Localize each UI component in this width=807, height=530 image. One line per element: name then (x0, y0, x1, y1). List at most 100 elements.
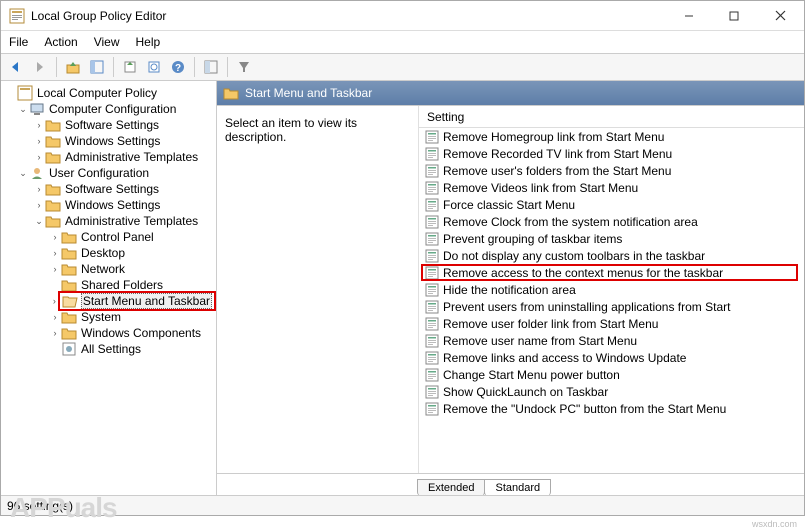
chevron-right-icon[interactable]: › (33, 136, 45, 146)
tab-extended[interactable]: Extended (417, 479, 485, 495)
chevron-right-icon[interactable]: › (49, 328, 61, 338)
chevron-right-icon[interactable]: › (33, 184, 45, 194)
setting-item[interactable]: Prevent grouping of taskbar items (419, 230, 804, 247)
tree-label: System (80, 310, 122, 324)
setting-item[interactable]: Remove access to the context menus for t… (419, 264, 804, 281)
tree-desktop[interactable]: › Desktop (5, 245, 216, 261)
menu-help[interactable]: Help (136, 35, 161, 49)
setting-item[interactable]: Remove Clock from the system notificatio… (419, 213, 804, 230)
toolbar: ? (1, 53, 804, 81)
tree-cc-admin[interactable]: › Administrative Templates (5, 149, 216, 165)
setting-item[interactable]: Force classic Start Menu (419, 196, 804, 213)
chevron-right-icon[interactable]: › (49, 312, 61, 322)
folder-open-icon (62, 293, 78, 309)
app-icon (9, 8, 25, 24)
menu-file[interactable]: File (9, 35, 28, 49)
setting-item[interactable]: Remove links and access to Windows Updat… (419, 349, 804, 366)
setting-item[interactable]: Do not display any custom toolbars in th… (419, 247, 804, 264)
chevron-down-icon[interactable]: ⌄ (17, 168, 29, 179)
chevron-right-icon[interactable]: › (33, 120, 45, 130)
tree-label: All Settings (80, 342, 142, 356)
close-button[interactable] (756, 1, 804, 30)
setting-item[interactable]: Remove Homegroup link from Start Menu (419, 128, 804, 145)
tree-system[interactable]: › System (5, 309, 216, 325)
statusbar: 96 setting(s) (1, 495, 804, 515)
minimize-button[interactable] (666, 1, 711, 30)
show-hide-tree-button[interactable] (86, 56, 108, 78)
up-button[interactable] (62, 56, 84, 78)
setting-item[interactable]: Remove user's folders from the Start Men… (419, 162, 804, 179)
tree-start-menu-taskbar[interactable]: › Start Menu and Taskbar (5, 293, 216, 309)
settings-list[interactable]: Remove Homegroup link from Start MenuRem… (419, 128, 804, 473)
tree-uc-admin[interactable]: ⌄ Administrative Templates (5, 213, 216, 229)
properties-button[interactable] (200, 56, 222, 78)
toolbar-separator (227, 57, 228, 77)
close-icon (775, 10, 786, 21)
chevron-right-icon[interactable]: › (49, 248, 61, 258)
setting-label: Remove the "Undock PC" button from the S… (443, 402, 726, 416)
refresh-button[interactable] (143, 56, 165, 78)
column-header-setting[interactable]: Setting (419, 106, 804, 128)
chevron-right-icon[interactable]: › (33, 200, 45, 210)
policy-icon (17, 85, 33, 101)
folder-icon (223, 86, 239, 100)
setting-label: Remove Homegroup link from Start Menu (443, 130, 664, 144)
chevron-right-icon[interactable]: › (49, 232, 61, 242)
tree-uc-software[interactable]: › Software Settings (5, 181, 216, 197)
chevron-down-icon[interactable]: ⌄ (33, 216, 45, 227)
setting-item[interactable]: Remove user folder link from Start Menu (419, 315, 804, 332)
tree-pane[interactable]: Local Computer Policy ⌄ Computer Configu… (1, 81, 217, 495)
policy-item-icon (425, 266, 439, 280)
forward-button[interactable] (29, 56, 51, 78)
tree-windows-components[interactable]: › Windows Components (5, 325, 216, 341)
description-column: Select an item to view its description. (217, 106, 419, 473)
setting-label: Do not display any custom toolbars in th… (443, 249, 705, 263)
tree-root[interactable]: Local Computer Policy (5, 85, 216, 101)
setting-item[interactable]: Prevent users from uninstalling applicat… (419, 298, 804, 315)
menu-action[interactable]: Action (44, 35, 77, 49)
details-pane: Start Menu and Taskbar Select an item to… (217, 81, 804, 495)
tree-cc-software[interactable]: › Software Settings (5, 117, 216, 133)
setting-item[interactable]: Remove user name from Start Menu (419, 332, 804, 349)
chevron-right-icon[interactable]: › (49, 264, 61, 274)
tab-standard[interactable]: Standard (484, 479, 551, 495)
setting-item[interactable]: Hide the notification area (419, 281, 804, 298)
tree-all-settings[interactable]: All Settings (5, 341, 216, 357)
details-header: Start Menu and Taskbar (217, 81, 804, 105)
setting-item[interactable]: Show QuickLaunch on Taskbar (419, 383, 804, 400)
menu-view[interactable]: View (94, 35, 120, 49)
setting-item[interactable]: Remove Recorded TV link from Start Menu (419, 145, 804, 162)
tree-network[interactable]: › Network (5, 261, 216, 277)
policy-item-icon (425, 300, 439, 314)
export-list-button[interactable] (119, 56, 141, 78)
column-header-label: Setting (427, 110, 464, 124)
folder-icon (61, 229, 77, 245)
back-button[interactable] (5, 56, 27, 78)
policy-item-icon (425, 385, 439, 399)
help-button[interactable]: ? (167, 56, 189, 78)
view-tabs: Extended Standard (217, 473, 804, 495)
tree-label: Software Settings (64, 182, 160, 196)
tree-control-panel[interactable]: › Control Panel (5, 229, 216, 245)
setting-item[interactable]: Change Start Menu power button (419, 366, 804, 383)
tree-uc-windows[interactable]: › Windows Settings (5, 197, 216, 213)
filter-button[interactable] (233, 56, 255, 78)
folder-icon (45, 117, 61, 133)
policy-item-icon (425, 283, 439, 297)
menubar: File Action View Help (1, 31, 804, 53)
policy-item-icon (425, 402, 439, 416)
maximize-button[interactable] (711, 1, 756, 30)
chevron-right-icon[interactable]: › (33, 152, 45, 162)
policy-item-icon (425, 232, 439, 246)
policy-item-icon (425, 198, 439, 212)
tree-label: Administrative Templates (64, 214, 199, 228)
tab-label: Extended (428, 482, 474, 494)
chevron-down-icon[interactable]: ⌄ (17, 104, 29, 115)
tree-label: Software Settings (64, 118, 160, 132)
setting-item[interactable]: Remove Videos link from Start Menu (419, 179, 804, 196)
setting-item[interactable]: Remove the "Undock PC" button from the S… (419, 400, 804, 417)
tree-computer-config[interactable]: ⌄ Computer Configuration (5, 101, 216, 117)
tree-cc-windows[interactable]: › Windows Settings (5, 133, 216, 149)
folder-icon (61, 245, 77, 261)
tree-user-config[interactable]: ⌄ User Configuration (5, 165, 216, 181)
